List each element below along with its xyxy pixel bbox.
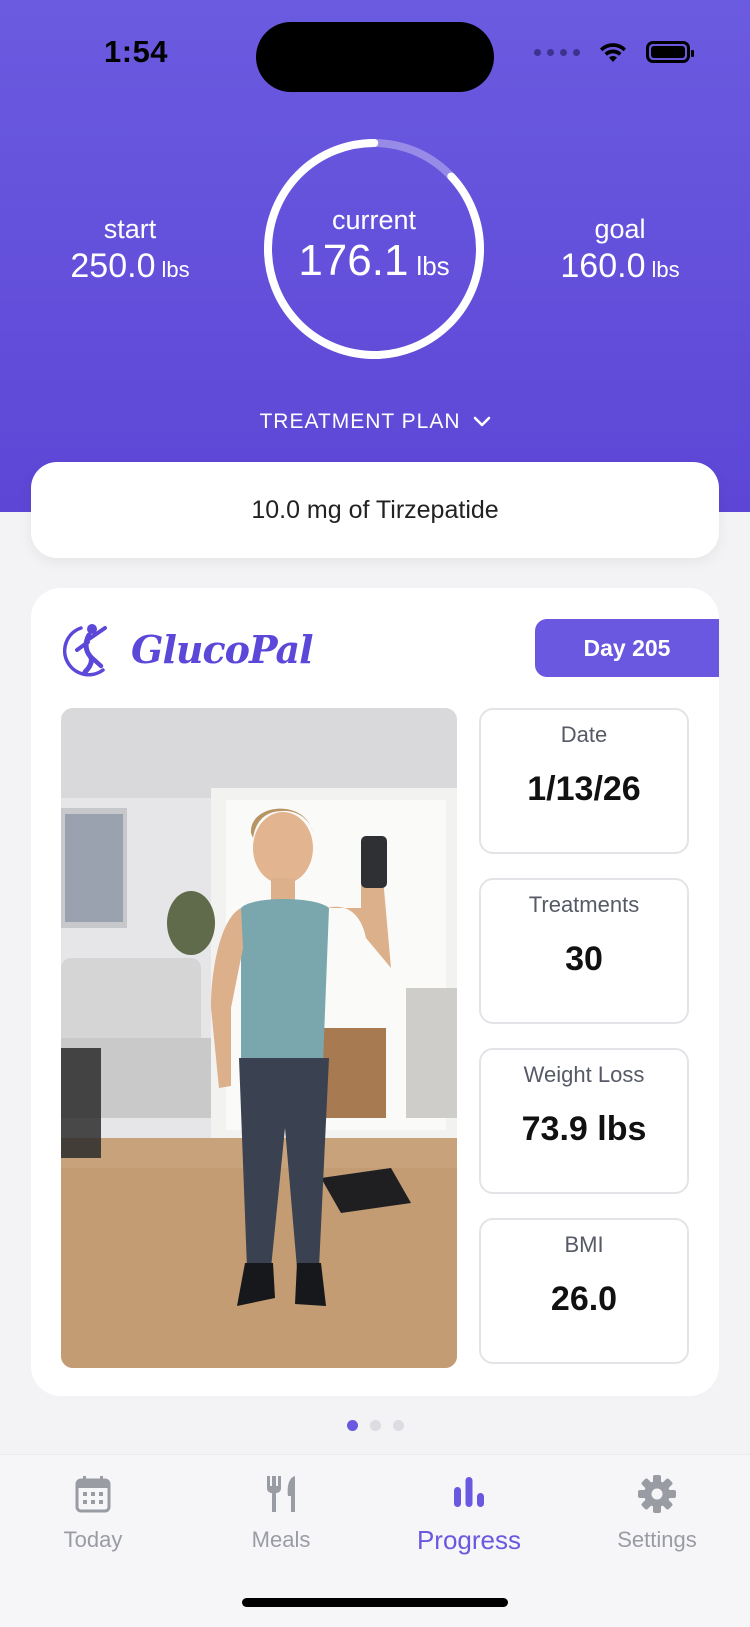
tab-label: Meals bbox=[251, 1527, 311, 1552]
start-weight-value: 250.0 bbox=[70, 247, 156, 285]
current-weight-unit: lbs bbox=[416, 251, 450, 281]
page-indicator[interactable] bbox=[0, 1420, 750, 1431]
metric-value: 1/13/26 bbox=[527, 770, 641, 808]
progress-photo-image bbox=[61, 708, 457, 1368]
tab-today[interactable]: Today bbox=[3, 1471, 183, 1553]
progress-photo[interactable] bbox=[61, 708, 457, 1368]
start-weight: start 250.0 lbs bbox=[60, 214, 200, 286]
battery-icon bbox=[646, 41, 694, 63]
fork-knife-icon bbox=[267, 1476, 295, 1512]
page-dot[interactable] bbox=[369, 1420, 381, 1431]
dynamic-island bbox=[256, 22, 494, 92]
goal-weight-unit: lbs bbox=[651, 257, 680, 282]
metric-bmi: BMI 26.0 bbox=[479, 1218, 689, 1364]
metric-label: BMI bbox=[564, 1232, 604, 1257]
goal-weight-value: 160.0 bbox=[560, 247, 646, 285]
weight-summary-header: 1:54 start 250.0 lbs current 176.1 lbs goa… bbox=[0, 0, 750, 512]
current-weight-value: 176.1 bbox=[298, 236, 409, 285]
metric-treatments: Treatments 30 bbox=[479, 878, 689, 1024]
start-weight-unit: lbs bbox=[161, 257, 190, 282]
metric-weight-loss: Weight Loss 73.9 lbs bbox=[479, 1048, 689, 1194]
status-time: 1:54 bbox=[104, 34, 169, 69]
tab-label: Progress bbox=[416, 1525, 522, 1555]
chevron-down-icon bbox=[473, 416, 490, 427]
brand-logo: GlucoPal bbox=[63, 620, 314, 678]
treatment-plan-toggle[interactable]: TREATMENT PLAN bbox=[0, 410, 750, 434]
tab-label: Today bbox=[63, 1527, 123, 1552]
metric-value: 30 bbox=[565, 940, 603, 978]
bar-chart-icon bbox=[454, 1477, 484, 1507]
metric-label: Weight Loss bbox=[523, 1062, 645, 1087]
current-weight-label: current bbox=[331, 205, 417, 235]
metric-date: Date 1/13/26 bbox=[479, 708, 689, 854]
runner-logo-icon bbox=[63, 624, 107, 677]
home-indicator[interactable] bbox=[242, 1598, 508, 1607]
page-dot[interactable] bbox=[346, 1420, 358, 1431]
page-dot[interactable] bbox=[392, 1420, 404, 1431]
calendar-icon bbox=[75, 1476, 111, 1513]
start-weight-label: start bbox=[103, 214, 157, 244]
wifi-icon bbox=[600, 43, 626, 62]
metrics-column: Date 1/13/26 Treatments 30 Weight Loss 7… bbox=[479, 708, 689, 1388]
metric-label: Date bbox=[560, 722, 608, 747]
signal-icon bbox=[534, 48, 580, 56]
current-weight: current 176.1 lbs bbox=[258, 205, 490, 286]
treatment-dose-card[interactable]: 10.0 mg of Tirzepatide bbox=[31, 462, 719, 558]
goal-weight-label: goal bbox=[594, 214, 646, 244]
metric-value: 73.9 lbs bbox=[521, 1110, 647, 1148]
treatment-dose-text: 10.0 mg of Tirzepatide bbox=[251, 495, 499, 524]
tab-label: Settings bbox=[617, 1527, 697, 1552]
status-indicators bbox=[534, 40, 694, 64]
tab-settings[interactable]: Settings bbox=[567, 1471, 747, 1553]
metric-value: 26.0 bbox=[550, 1280, 618, 1318]
gear-icon bbox=[638, 1475, 676, 1513]
progress-photo-card[interactable]: GlucoPal Day 205 Date 1/13/26 Treatments… bbox=[31, 588, 719, 1396]
day-badge: Day 205 bbox=[535, 619, 719, 677]
metric-label: Treatments bbox=[528, 892, 640, 917]
brand-name: GlucoPal bbox=[131, 626, 314, 672]
goal-weight: goal 160.0 lbs bbox=[550, 214, 690, 286]
tab-progress[interactable]: Progress bbox=[379, 1469, 559, 1556]
tab-meals[interactable]: Meals bbox=[191, 1471, 371, 1553]
treatment-plan-label: TREATMENT PLAN bbox=[259, 410, 461, 433]
